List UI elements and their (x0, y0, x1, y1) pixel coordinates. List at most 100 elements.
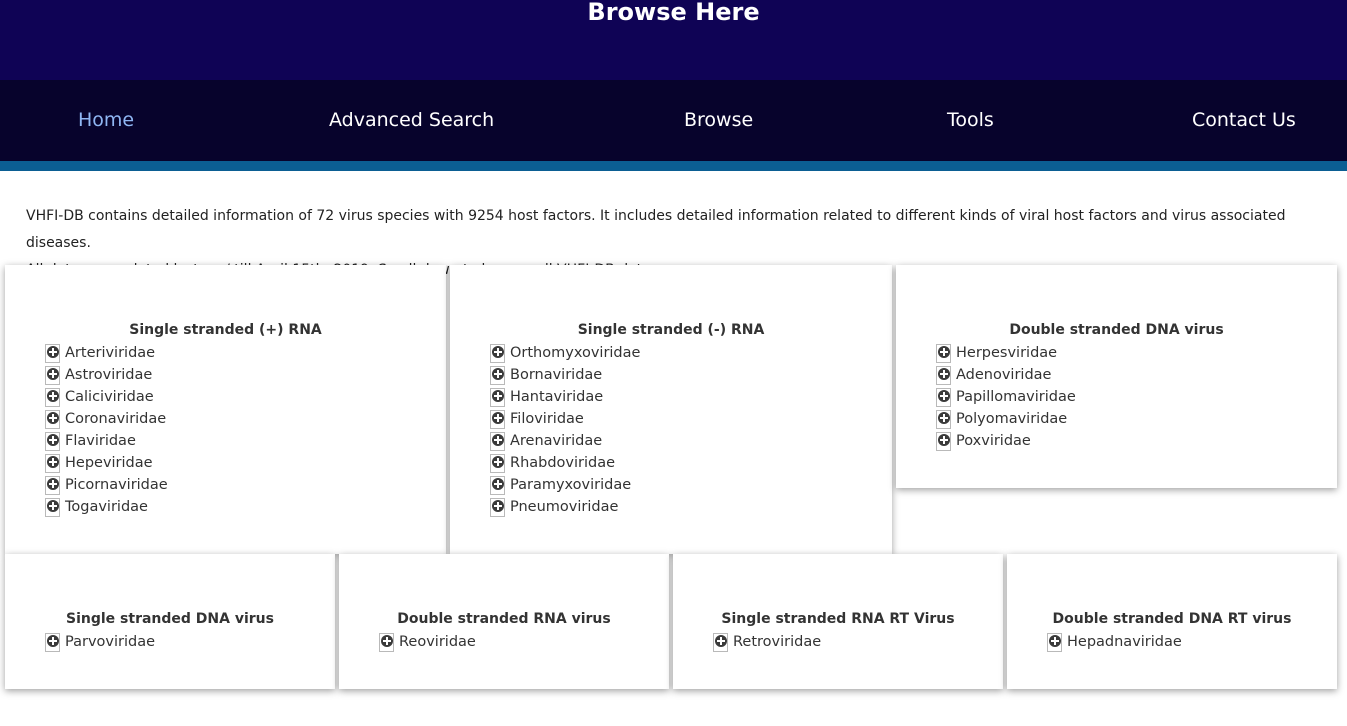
family-label: Filoviridae (510, 411, 584, 427)
expand-icon[interactable] (490, 497, 505, 517)
expand-icon[interactable] (45, 409, 60, 429)
family-label: Togaviridae (65, 499, 148, 515)
expand-icon[interactable] (490, 365, 505, 385)
family-list: Orthomyxoviridae Bornaviridae Hantavirid… (490, 342, 640, 518)
plus-circle-icon (47, 634, 59, 647)
family-item[interactable]: Parvoviridae (45, 631, 155, 653)
expand-icon[interactable] (45, 475, 60, 495)
category-card-ds-dna: Double stranded DNA virus Herpesviridae … (896, 265, 1337, 488)
family-item[interactable]: Pneumoviridae (490, 496, 640, 518)
family-item[interactable]: Retroviridae (713, 631, 821, 653)
expand-icon[interactable] (490, 453, 505, 473)
family-list: Reoviridae (379, 631, 476, 653)
expand-icon[interactable] (45, 387, 60, 407)
family-label: Hepeviridae (65, 455, 153, 471)
plus-circle-icon (938, 389, 950, 402)
expand-icon[interactable] (45, 453, 60, 473)
family-label: Picornaviridae (65, 477, 168, 493)
expand-icon[interactable] (45, 365, 60, 385)
family-item[interactable]: Hantaviridae (490, 386, 640, 408)
family-item[interactable]: Papillomaviridae (936, 386, 1076, 408)
family-list: Herpesviridae Adenoviridae Papillomaviri… (936, 342, 1076, 452)
expand-icon[interactable] (45, 632, 60, 652)
family-item[interactable]: Caliciviridae (45, 386, 168, 408)
nav-home[interactable]: Home (78, 80, 134, 161)
main-nav: Home Advanced Search Browse Tools Contac… (0, 80, 1347, 161)
family-item[interactable]: Picornaviridae (45, 474, 168, 496)
expand-icon[interactable] (936, 409, 951, 429)
family-item[interactable]: Reoviridae (379, 631, 476, 653)
category-title: Single stranded DNA virus (66, 611, 274, 627)
family-item[interactable]: Polyomaviridae (936, 408, 1076, 430)
plus-circle-icon (938, 411, 950, 424)
family-item[interactable]: Flaviridae (45, 430, 168, 452)
category-card-ds-dna-rt: Double stranded DNA RT virus Hepadnaviri… (1007, 554, 1337, 689)
family-item[interactable]: Hepadnaviridae (1047, 631, 1182, 653)
expand-icon[interactable] (936, 343, 951, 363)
family-item[interactable]: Togaviridae (45, 496, 168, 518)
expand-icon[interactable] (45, 343, 60, 363)
family-label: Coronaviridae (65, 411, 167, 427)
expand-icon[interactable] (713, 632, 728, 652)
plus-circle-icon (492, 345, 504, 358)
expand-icon[interactable] (490, 343, 505, 363)
family-label: Polyomaviridae (956, 411, 1068, 427)
category-title: Single stranded (-) RNA (577, 322, 765, 338)
nav-tools[interactable]: Tools (947, 80, 994, 161)
plus-circle-icon (381, 634, 393, 647)
family-list: Retroviridae (713, 631, 821, 653)
family-label: Rhabdoviridae (510, 455, 616, 471)
family-item[interactable]: Hepeviridae (45, 452, 168, 474)
expand-icon[interactable] (936, 387, 951, 407)
family-label: Hantaviridae (510, 389, 604, 405)
category-title: Double stranded DNA RT virus (1052, 611, 1292, 627)
family-label: Reoviridae (399, 634, 476, 650)
family-item[interactable]: Bornaviridae (490, 364, 640, 386)
family-item[interactable]: Adenoviridae (936, 364, 1076, 386)
nav-browse[interactable]: Browse (684, 80, 753, 161)
plus-circle-icon (492, 477, 504, 490)
family-label: Paramyxoviridae (510, 477, 632, 493)
plus-circle-icon (47, 455, 59, 468)
expand-icon[interactable] (379, 632, 394, 652)
family-item[interactable]: Paramyxoviridae (490, 474, 640, 496)
family-label: Arenaviridae (510, 433, 603, 449)
category-card-ss-positive-rna: Single stranded (+) RNA Arteriviridae As… (5, 265, 446, 554)
plus-circle-icon (938, 345, 950, 358)
family-item[interactable]: Astroviridae (45, 364, 168, 386)
expand-icon[interactable] (490, 475, 505, 495)
family-item[interactable]: Orthomyxoviridae (490, 342, 640, 364)
family-label: Herpesviridae (956, 345, 1058, 361)
family-item[interactable]: Herpesviridae (936, 342, 1076, 364)
plus-circle-icon (938, 433, 950, 446)
expand-icon[interactable] (490, 409, 505, 429)
expand-icon[interactable] (490, 387, 505, 407)
plus-circle-icon (47, 411, 59, 424)
family-item[interactable]: Arenaviridae (490, 430, 640, 452)
family-label: Bornaviridae (510, 367, 603, 383)
family-label: Caliciviridae (65, 389, 154, 405)
plus-circle-icon (938, 367, 950, 380)
category-card-ds-rna: Double stranded RNA virus Reoviridae (339, 554, 669, 689)
nav-contact-us[interactable]: Contact Us (1192, 80, 1296, 161)
expand-icon[interactable] (45, 497, 60, 517)
plus-circle-icon (47, 433, 59, 446)
expand-icon[interactable] (45, 431, 60, 451)
category-title: Single stranded (+) RNA (129, 322, 322, 338)
family-list: Parvoviridae (45, 631, 155, 653)
family-item[interactable]: Coronaviridae (45, 408, 168, 430)
hero-banner: Browse Here (0, 0, 1347, 80)
family-item[interactable]: Rhabdoviridae (490, 452, 640, 474)
family-list: Hepadnaviridae (1047, 631, 1182, 653)
plus-circle-icon (47, 389, 59, 402)
expand-icon[interactable] (936, 365, 951, 385)
category-title: Double stranded DNA virus (1009, 322, 1224, 338)
plus-circle-icon (47, 345, 59, 358)
expand-icon[interactable] (936, 431, 951, 451)
expand-icon[interactable] (490, 431, 505, 451)
family-item[interactable]: Poxviridae (936, 430, 1076, 452)
nav-advanced-search[interactable]: Advanced Search (329, 80, 494, 161)
expand-icon[interactable] (1047, 632, 1062, 652)
family-item[interactable]: Arteriviridae (45, 342, 168, 364)
family-item[interactable]: Filoviridae (490, 408, 640, 430)
